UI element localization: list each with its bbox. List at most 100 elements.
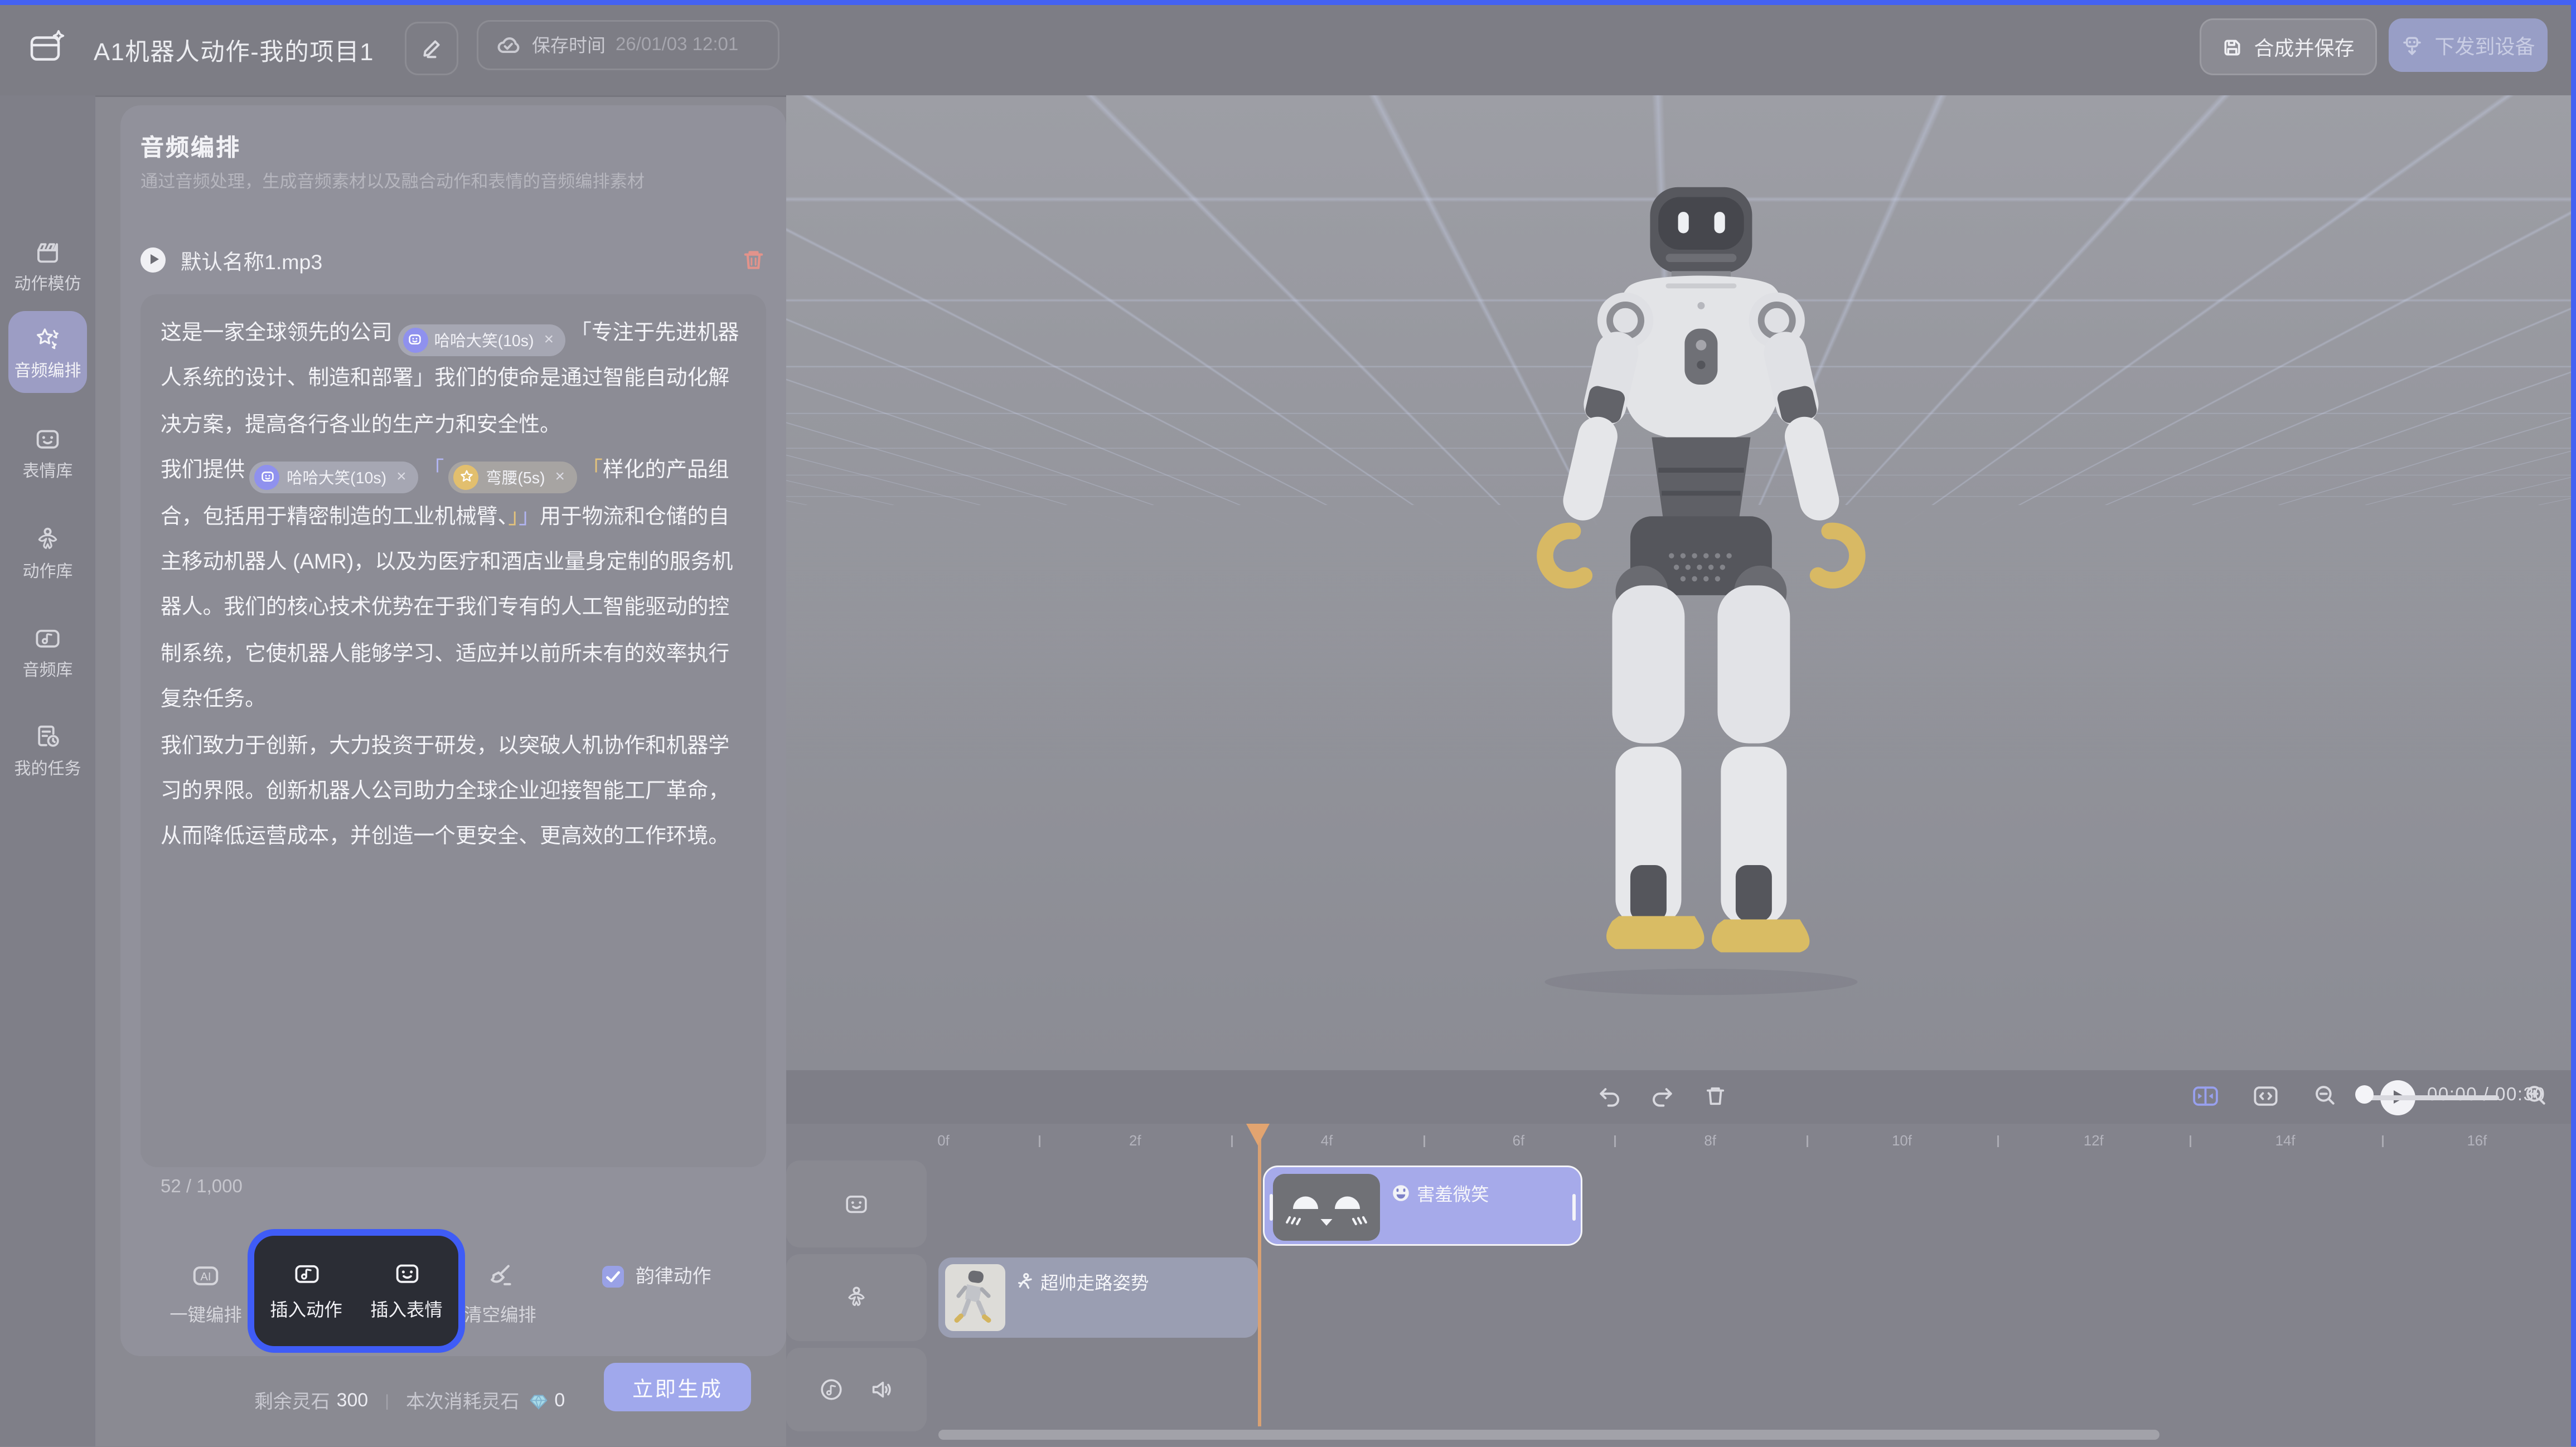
sidebar-label: 表情库 <box>0 457 95 482</box>
insert-expression-icon <box>358 1259 455 1288</box>
motion-track-icon <box>843 1285 870 1312</box>
insert-motion-icon <box>258 1259 355 1288</box>
rhythm-motion-label: 韵律动作 <box>636 1263 711 1289</box>
fit-range-button[interactable] <box>2251 1082 2280 1111</box>
annotation-highlight-box: 插入动作 插入表情 <box>248 1229 465 1353</box>
motion-track-header <box>786 1255 927 1342</box>
gem-icon <box>529 1391 549 1411</box>
motion-clip-label: 超帅走路姿势 <box>1015 1269 1149 1296</box>
project-title: A1机器人动作-我的项目1 <box>94 33 374 69</box>
panel-title: 音频编排 <box>141 130 241 164</box>
ruler-tick <box>1231 1136 1233 1148</box>
save-status: 保存时间 26/01/03 12:01 <box>477 20 779 70</box>
expression-tag[interactable]: 哈哈大笑(10s)× <box>250 461 418 493</box>
sidebar-item-audio-arrange[interactable]: 音频编排 <box>0 324 95 381</box>
clip-right-handle[interactable] <box>1572 1194 1576 1221</box>
expression-tag-icon <box>255 464 280 489</box>
playhead[interactable] <box>1246 1124 1270 1146</box>
robot-model <box>1464 181 1932 1003</box>
motion-tag[interactable]: 弯腰(5s)× <box>449 461 577 493</box>
expression-track-icon <box>843 1191 870 1218</box>
expression-clip-label: 害羞微笑 <box>1392 1181 1489 1207</box>
zoom-out-icon <box>2312 1082 2338 1109</box>
footer-divider: | <box>385 1392 389 1411</box>
one-click-arrange-label: 一键编排 <box>161 1301 251 1328</box>
quote-bracket: 「 <box>570 321 592 344</box>
redo-button[interactable] <box>1649 1084 1676 1111</box>
insert-expression-button[interactable]: 插入表情 <box>358 1259 455 1323</box>
my-tasks-icon <box>0 722 95 751</box>
sidebar-item-audio-library[interactable]: 音频库 <box>0 624 95 681</box>
cloud-check-icon <box>495 32 522 59</box>
checkbox-checked-icon[interactable] <box>602 1265 624 1287</box>
timeline: 00:00 / 00:30 0f2f4f6f8f10f12f14f16f <box>786 1071 2573 1447</box>
tag-close-icon[interactable]: × <box>544 331 554 349</box>
undo-icon <box>1596 1084 1623 1111</box>
save-time-value: 26/01/03 12:01 <box>616 35 738 55</box>
one-click-arrange-button[interactable]: AI 一键编排 <box>161 1261 251 1328</box>
ruler-tick <box>1998 1136 1999 1148</box>
timeline-ruler[interactable]: 0f2f4f6f8f10f12f14f16f <box>932 1124 2573 1164</box>
tag-label: 哈哈大笑(10s) <box>434 328 534 351</box>
sidebar-item-motion-mimic[interactable]: 动作模仿 <box>0 237 95 294</box>
synthesize-save-label: 合成并保存 <box>2254 33 2354 61</box>
motion-clip[interactable]: 超帅走路姿势 <box>938 1257 1258 1338</box>
delete-clip-button[interactable] <box>1703 1084 1728 1109</box>
tag-close-icon[interactable]: × <box>396 468 406 486</box>
sidebar-item-motion-library[interactable]: 动作库 <box>0 525 95 582</box>
generate-now-button[interactable]: 立即生成 <box>604 1363 751 1411</box>
tag-close-icon[interactable]: × <box>555 468 565 486</box>
quote-bracket: 」 <box>508 504 519 528</box>
app-window: A1机器人动作-我的项目1 保存时间 26/01/03 12:01 合成并保存 … <box>0 0 2576 1447</box>
deploy-to-device-button[interactable]: 下发到设备 <box>2389 18 2548 72</box>
insert-motion-label: 插入动作 <box>258 1296 355 1323</box>
sidebar-item-expression-library[interactable]: 表情库 <box>0 425 95 482</box>
synthesize-save-button[interactable]: 合成并保存 <box>2200 18 2377 75</box>
rename-button[interactable] <box>405 22 458 75</box>
undo-button[interactable] <box>1596 1084 1623 1111</box>
remaining-stones-label: 剩余灵石 <box>254 1388 330 1415</box>
auto-fit-toggle[interactable] <box>2191 1082 2220 1111</box>
audio-play-button[interactable] <box>141 247 166 272</box>
zoom-slider-knob[interactable] <box>2355 1086 2374 1104</box>
motion-library-icon <box>0 525 95 553</box>
expression-clip[interactable]: 害羞微笑 <box>1263 1166 1582 1246</box>
top-bar: A1机器人动作-我的项目1 保存时间 26/01/03 12:01 合成并保存 … <box>0 0 2576 97</box>
sidebar-label: 音频库 <box>0 655 95 681</box>
audio-file-row: 默认名称1.mp3 <box>141 236 766 283</box>
insert-motion-button[interactable]: 插入动作 <box>258 1259 355 1323</box>
timeline-scrollbar[interactable] <box>938 1430 2159 1440</box>
delete-audio-button[interactable] <box>741 247 766 272</box>
ruler-label: 4f <box>1321 1133 1333 1149</box>
clear-arrange-button[interactable]: 清空编排 <box>455 1261 545 1328</box>
expression-tag[interactable]: 哈哈大笑(10s) × <box>398 324 566 356</box>
screen-highlight-border-right <box>2572 0 2576 1447</box>
zoom-out-button[interactable] <box>2312 1082 2338 1109</box>
app-logo-icon[interactable] <box>27 27 67 67</box>
sidebar-item-my-tasks[interactable]: 我的任务 <box>0 722 95 779</box>
zoom-in-icon <box>2522 1082 2549 1109</box>
redo-icon <box>1649 1084 1676 1111</box>
rhythm-motion-toggle[interactable]: 韵律动作 <box>602 1263 711 1289</box>
ruler-tick <box>1039 1136 1041 1148</box>
script-editor[interactable]: 这是一家全球领先的公司哈哈大笑(10s)×「专注于先进机器人系统的设计、制造和部… <box>141 294 766 1167</box>
speaker-icon[interactable] <box>868 1377 895 1404</box>
audio-library-icon <box>0 624 95 652</box>
ruler-tick <box>2190 1136 2191 1148</box>
playhead-line <box>1258 1124 1261 1427</box>
trash-icon <box>1703 1084 1728 1109</box>
timeline-zoom-slider[interactable] <box>2362 1095 2499 1100</box>
ruler-label: 6f <box>1513 1133 1525 1149</box>
motion-thumbnail <box>945 1264 1005 1331</box>
generate-now-label: 立即生成 <box>632 1371 723 1403</box>
viewport-3d[interactable]: Z Y X <box>786 95 2573 1071</box>
zoom-in-button[interactable] <box>2522 1082 2549 1109</box>
ai-arrange-icon: AI <box>161 1261 251 1291</box>
quote-bracket: 「 <box>582 459 603 482</box>
clear-brush-icon <box>455 1261 545 1291</box>
ruler-tick <box>1806 1136 1808 1148</box>
fit-brackets-icon <box>2251 1082 2280 1111</box>
clapperboard-icon <box>0 237 95 266</box>
audio-file-name: 默认名称1.mp3 <box>181 244 741 275</box>
running-person-icon <box>1015 1273 1034 1291</box>
